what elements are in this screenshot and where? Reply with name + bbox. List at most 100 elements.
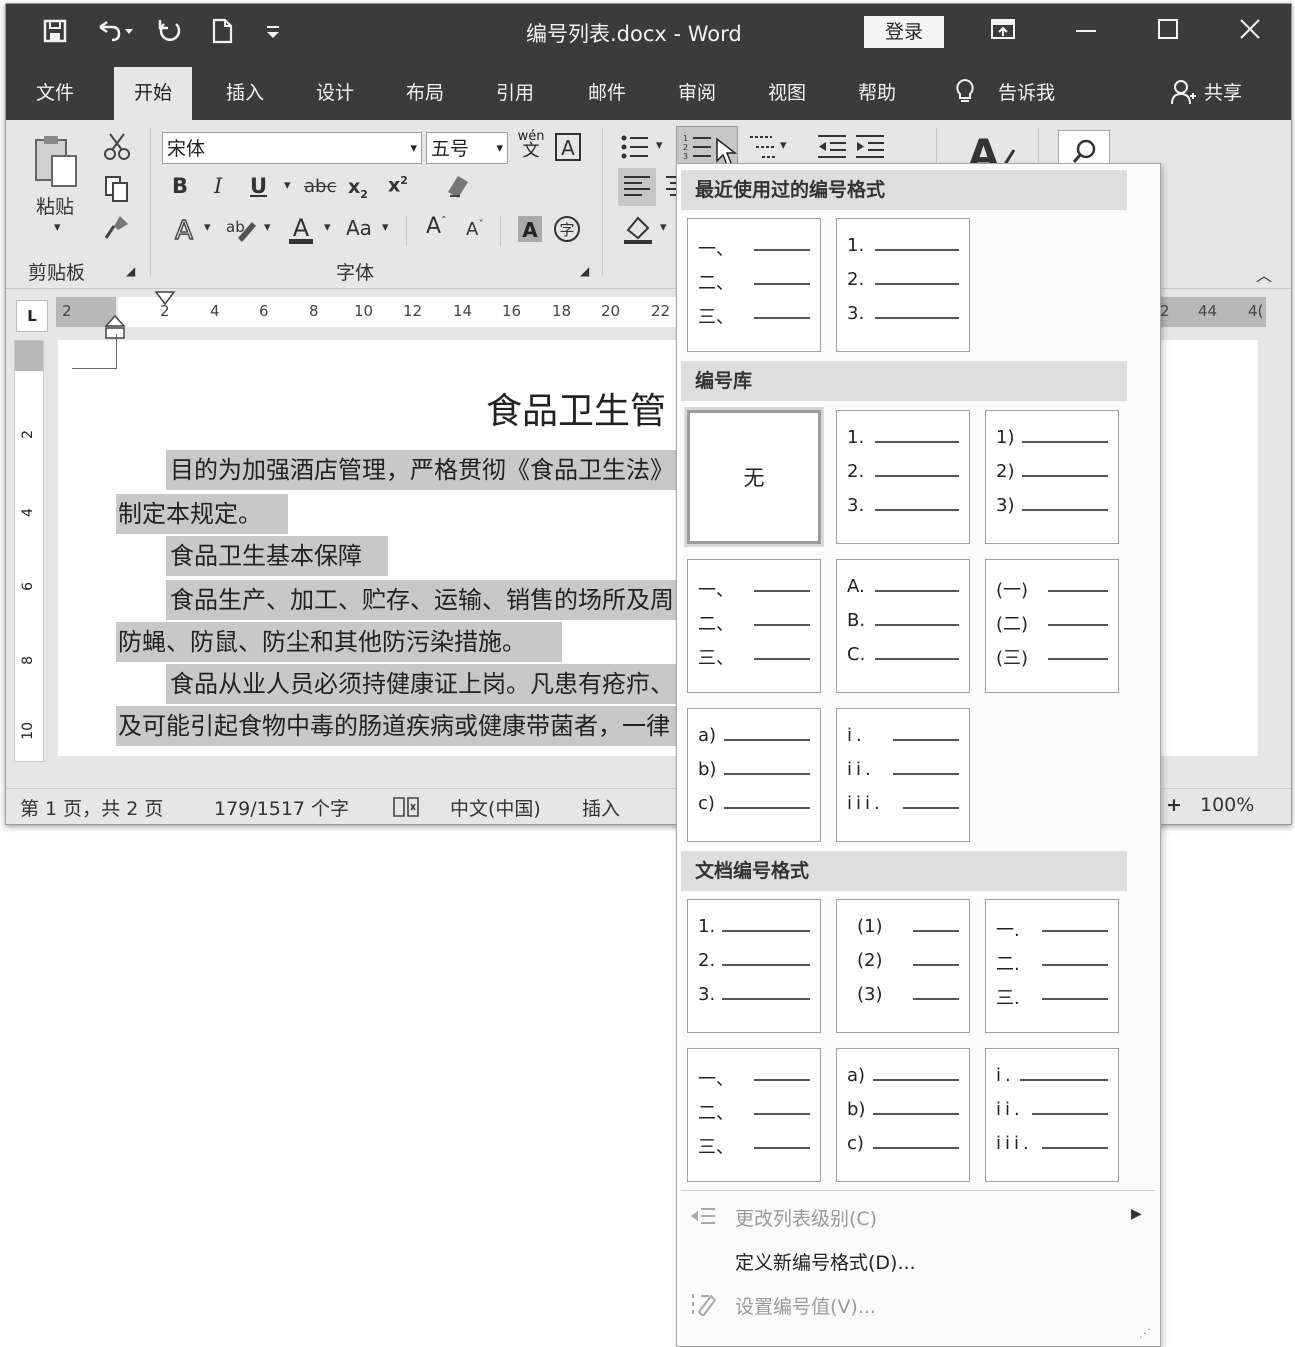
customize-qat-icon[interactable] bbox=[264, 18, 282, 50]
numbering-format-tile[interactable]: 一. 二. 三. bbox=[985, 899, 1119, 1033]
tab-file[interactable]: 文件 bbox=[36, 78, 74, 105]
numbering-format-tile[interactable]: 1. 2. 3. bbox=[836, 410, 970, 544]
numbering-button[interactable]: 123 bbox=[676, 126, 738, 168]
phonetic-guide-icon[interactable]: wén 文 bbox=[514, 130, 548, 160]
minimize-icon[interactable] bbox=[1074, 16, 1098, 48]
tab-insert[interactable]: 插入 bbox=[226, 78, 264, 105]
numbering-none-tile[interactable]: 无 bbox=[684, 407, 824, 547]
tab-view[interactable]: 视图 bbox=[768, 78, 806, 105]
bullets-dropdown-icon[interactable]: ▾ bbox=[656, 138, 663, 153]
close-icon[interactable] bbox=[1238, 16, 1262, 48]
clipboard-launcher-icon[interactable]: ◢ bbox=[126, 264, 135, 278]
change-case-button[interactable]: Aa bbox=[346, 216, 372, 240]
bullets-icon[interactable] bbox=[620, 132, 650, 166]
insert-mode-status[interactable]: 插入 bbox=[582, 794, 620, 821]
zoom-level[interactable]: 100% bbox=[1200, 794, 1254, 816]
undo-icon[interactable] bbox=[94, 18, 134, 50]
numbering-format-tile[interactable]: (1) (2) (3) bbox=[836, 899, 970, 1033]
highlight-dropdown-icon[interactable]: ▾ bbox=[264, 220, 271, 235]
tell-me-box[interactable]: 告诉我 bbox=[998, 78, 1055, 105]
share-button[interactable]: 共享 bbox=[1204, 78, 1242, 105]
change-case-dropdown-icon[interactable]: ▾ bbox=[382, 220, 389, 235]
numbering-format-tile[interactable]: i. ii. iii. bbox=[836, 708, 970, 842]
language-status[interactable]: 中文(中国) bbox=[450, 794, 541, 821]
text-effects-icon[interactable]: A bbox=[170, 214, 200, 250]
character-shading-icon[interactable]: A bbox=[516, 214, 544, 248]
paste-icon[interactable] bbox=[32, 134, 82, 194]
text-effects-dropdown-icon[interactable]: ▾ bbox=[204, 220, 211, 235]
character-border-icon[interactable]: A bbox=[554, 132, 582, 166]
paste-label[interactable]: 粘贴 bbox=[36, 192, 74, 219]
tab-home[interactable]: 开始 bbox=[114, 67, 193, 120]
font-color-dropdown-icon[interactable]: ▾ bbox=[324, 220, 331, 235]
underline-button[interactable]: U bbox=[250, 174, 267, 198]
numbering-format-tile[interactable]: i. ii. iii. bbox=[985, 1048, 1119, 1182]
cut-icon[interactable] bbox=[102, 132, 132, 166]
multilevel-dropdown-icon[interactable]: ▾ bbox=[780, 138, 787, 153]
numbering-format-tile[interactable]: (一) (二) (三) bbox=[985, 559, 1119, 693]
doc-line[interactable]: 食品从业人员必须持健康证上岗。凡患有疮疖、 bbox=[166, 664, 690, 704]
proofing-icon[interactable] bbox=[392, 794, 420, 824]
copy-icon[interactable] bbox=[102, 174, 132, 208]
numbering-format-tile[interactable]: a) b) c) bbox=[836, 1048, 970, 1182]
tab-references[interactable]: 引用 bbox=[496, 78, 534, 105]
numbering-format-tile[interactable]: 一、 二、 三、 bbox=[687, 218, 821, 352]
doc-line[interactable]: 目的为加强酒店管理，严格贯彻《食品卫生法》 bbox=[166, 450, 690, 490]
doc-line[interactable]: 食品生产、加工、贮存、运输、销售的场所及周 bbox=[166, 580, 690, 620]
first-line-indent-marker[interactable] bbox=[154, 290, 176, 314]
save-icon[interactable] bbox=[42, 18, 68, 50]
tab-selector[interactable]: L bbox=[16, 300, 48, 332]
font-name-combo[interactable]: 宋体 ▾ bbox=[162, 132, 422, 164]
multilevel-list-icon[interactable] bbox=[746, 132, 780, 166]
decrease-indent-icon[interactable] bbox=[816, 132, 848, 166]
doc-line[interactable]: 防蝇、防鼠、防尘和其他防污染措施。 bbox=[116, 622, 562, 662]
numbering-format-tile[interactable]: A. B. C. bbox=[836, 559, 970, 693]
doc-line[interactable]: 制定本规定。 bbox=[116, 494, 288, 534]
tab-design[interactable]: 设计 bbox=[316, 78, 354, 105]
shading-icon[interactable] bbox=[622, 214, 654, 248]
numbering-format-tile[interactable]: 1. 2. 3. bbox=[687, 899, 821, 1033]
strikethrough-button[interactable]: abc bbox=[304, 176, 336, 197]
numbering-format-tile[interactable]: 一、 二、 三、 bbox=[687, 1048, 821, 1182]
underline-dropdown-icon[interactable]: ▾ bbox=[284, 178, 291, 193]
highlight-color-icon[interactable]: ab bbox=[224, 214, 258, 250]
word-count-status[interactable]: 179/1517 个字 bbox=[214, 794, 349, 821]
tab-review[interactable]: 审阅 bbox=[678, 78, 716, 105]
redo-icon[interactable] bbox=[156, 18, 184, 50]
increase-indent-icon[interactable] bbox=[854, 132, 886, 166]
paste-dropdown-icon[interactable]: ▾ bbox=[54, 220, 61, 235]
define-new-number-format-item[interactable]: 定义新编号格式(D)... bbox=[735, 1248, 916, 1275]
format-painter-icon[interactable] bbox=[102, 212, 132, 246]
font-color-icon[interactable]: A bbox=[286, 212, 316, 250]
superscript-button[interactable]: x2 bbox=[388, 174, 408, 196]
clear-formatting-icon[interactable] bbox=[442, 172, 472, 206]
numbering-format-tile[interactable]: a) b) c) bbox=[687, 708, 821, 842]
shading-dropdown-icon[interactable]: ▾ bbox=[660, 220, 667, 235]
tab-mailings[interactable]: 邮件 bbox=[588, 78, 626, 105]
subscript-button[interactable]: x2 bbox=[348, 176, 368, 201]
maximize-icon[interactable] bbox=[1156, 16, 1180, 48]
set-numbering-value-item[interactable]: 设置编号值(V)... bbox=[735, 1292, 876, 1319]
new-document-icon[interactable] bbox=[210, 18, 234, 50]
grow-font-button[interactable]: Aˆ bbox=[426, 214, 447, 239]
collapse-ribbon-icon[interactable]: ︿ bbox=[1256, 262, 1272, 286]
numbering-format-tile[interactable]: 一、 二、 三、 bbox=[687, 559, 821, 693]
align-left-button[interactable] bbox=[618, 168, 656, 206]
tab-help[interactable]: 帮助 bbox=[858, 78, 896, 105]
login-button[interactable]: 登录 bbox=[864, 16, 944, 48]
resize-grip-icon[interactable]: ⋰ bbox=[1139, 1326, 1151, 1340]
zoom-in-button[interactable]: + bbox=[1166, 794, 1182, 816]
shrink-font-button[interactable]: Aˇ bbox=[466, 218, 484, 240]
font-size-combo[interactable]: 五号 ▾ bbox=[426, 132, 508, 164]
font-launcher-icon[interactable]: ◢ bbox=[580, 264, 589, 278]
tab-layout[interactable]: 布局 bbox=[406, 78, 444, 105]
doc-line[interactable]: 及可能引起食物中毒的肠道疾病或健康带菌者，一律 bbox=[116, 706, 688, 746]
numbering-format-tile[interactable]: 1. 2. 3. bbox=[836, 218, 970, 352]
bold-button[interactable]: B bbox=[172, 174, 188, 198]
italic-button[interactable]: I bbox=[214, 174, 222, 198]
doc-line[interactable]: 食品卫生基本保障 bbox=[166, 536, 388, 576]
enclose-characters-icon[interactable]: 字 bbox=[552, 214, 582, 248]
ribbon-display-options-icon[interactable] bbox=[990, 16, 1016, 48]
change-list-level-item[interactable]: 更改列表级别(C) bbox=[735, 1204, 877, 1231]
page-count-status[interactable]: 第 1 页，共 2 页 bbox=[20, 794, 163, 821]
